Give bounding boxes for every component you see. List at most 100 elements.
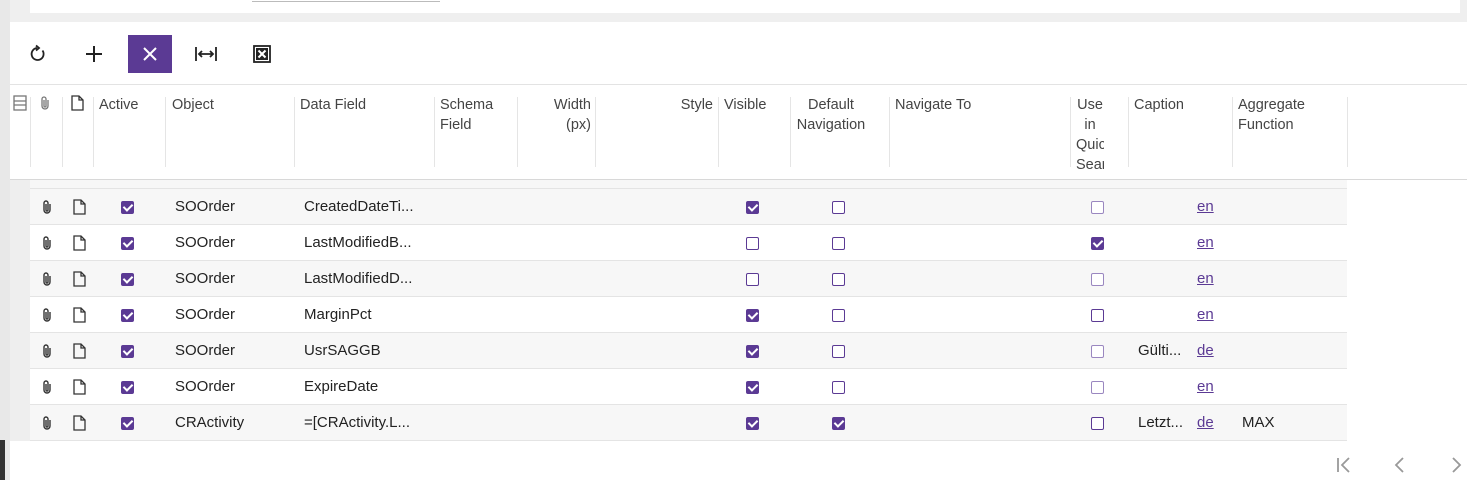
note-icon[interactable] bbox=[72, 199, 86, 219]
aggregate-cell[interactable] bbox=[1242, 297, 1332, 333]
note-icon[interactable] bbox=[72, 379, 86, 399]
language-link[interactable]: en bbox=[1197, 297, 1223, 333]
header-caption[interactable]: Caption bbox=[1134, 95, 1224, 115]
quick-search-checkbox[interactable] bbox=[1091, 345, 1104, 358]
fit-columns-button[interactable] bbox=[184, 35, 228, 73]
header-default-navigation[interactable]: Default Navigation bbox=[794, 95, 868, 135]
aggregate-cell[interactable]: MAX bbox=[1242, 405, 1332, 441]
object-cell[interactable]: SOOrder bbox=[175, 225, 290, 261]
object-cell[interactable]: SOOrder bbox=[175, 297, 290, 333]
note-icon[interactable] bbox=[72, 343, 86, 363]
row-selector[interactable] bbox=[10, 189, 30, 225]
delete-row-button[interactable] bbox=[128, 35, 172, 73]
table-row[interactable]: SOOrder LastModifiedD... en bbox=[10, 261, 1347, 297]
header-navigate-to[interactable]: Navigate To bbox=[895, 95, 1065, 115]
row-selector-icon[interactable] bbox=[13, 95, 27, 115]
note-icon[interactable] bbox=[72, 271, 86, 291]
data-field-cell[interactable]: LastModifiedD... bbox=[304, 261, 432, 297]
quick-search-checkbox[interactable] bbox=[1091, 237, 1104, 250]
attachment-icon[interactable] bbox=[40, 343, 54, 363]
language-link[interactable]: en bbox=[1197, 225, 1223, 261]
object-cell[interactable]: SOOrder bbox=[175, 189, 290, 225]
caption-cell[interactable]: Gülti... bbox=[1138, 333, 1194, 369]
visible-checkbox[interactable] bbox=[746, 381, 759, 394]
active-checkbox[interactable] bbox=[121, 345, 134, 358]
default-navigation-checkbox[interactable] bbox=[832, 417, 845, 430]
visible-checkbox[interactable] bbox=[746, 309, 759, 322]
attachment-icon[interactable] bbox=[40, 235, 54, 255]
form-input-field[interactable] bbox=[252, 0, 440, 2]
caption-cell[interactable] bbox=[1138, 189, 1194, 225]
visible-checkbox[interactable] bbox=[746, 273, 759, 286]
caption-cell[interactable] bbox=[1138, 297, 1194, 333]
quick-search-checkbox[interactable] bbox=[1091, 309, 1104, 322]
language-link[interactable]: en bbox=[1197, 369, 1223, 405]
caption-cell[interactable] bbox=[1138, 225, 1194, 261]
caption-cell[interactable]: Letzt... bbox=[1138, 405, 1194, 441]
quick-search-checkbox[interactable] bbox=[1091, 417, 1104, 430]
caption-cell[interactable] bbox=[1138, 369, 1194, 405]
row-selector[interactable] bbox=[10, 225, 30, 261]
caption-cell[interactable] bbox=[1138, 261, 1194, 297]
visible-checkbox[interactable] bbox=[746, 345, 759, 358]
object-cell[interactable]: SOOrder bbox=[175, 333, 290, 369]
header-aggregate-function[interactable]: Aggregate Function bbox=[1238, 95, 1338, 135]
data-field-cell[interactable]: CreatedDateTi... bbox=[304, 189, 432, 225]
table-row[interactable]: SOOrder LastModifiedB... en bbox=[10, 225, 1347, 261]
active-checkbox[interactable] bbox=[121, 201, 134, 214]
table-row[interactable]: SOOrder UsrSAGGB Gülti... de bbox=[10, 333, 1347, 369]
visible-checkbox[interactable] bbox=[746, 201, 759, 214]
next-page-button[interactable] bbox=[1442, 452, 1467, 478]
visible-checkbox[interactable] bbox=[746, 237, 759, 250]
first-page-button[interactable] bbox=[1330, 452, 1358, 478]
attachment-icon[interactable] bbox=[40, 199, 54, 219]
visible-checkbox[interactable] bbox=[746, 417, 759, 430]
language-link[interactable]: en bbox=[1197, 189, 1223, 225]
language-link[interactable]: de bbox=[1197, 405, 1223, 441]
export-excel-button[interactable] bbox=[240, 35, 284, 73]
default-navigation-checkbox[interactable] bbox=[832, 309, 845, 322]
aggregate-cell[interactable] bbox=[1242, 261, 1332, 297]
default-navigation-checkbox[interactable] bbox=[832, 345, 845, 358]
data-field-cell[interactable]: ExpireDate bbox=[304, 369, 432, 405]
header-visible[interactable]: Visible bbox=[724, 95, 768, 115]
aggregate-cell[interactable] bbox=[1242, 333, 1332, 369]
active-checkbox[interactable] bbox=[121, 417, 134, 430]
table-row[interactable]: CRActivity =[CRActivity.L... Letzt... de MAX bbox=[10, 405, 1347, 441]
header-object[interactable]: Object bbox=[172, 95, 292, 115]
aggregate-cell[interactable] bbox=[1242, 369, 1332, 405]
object-cell[interactable]: SOOrder bbox=[175, 369, 290, 405]
row-selector[interactable] bbox=[10, 333, 30, 369]
data-field-cell[interactable]: MarginPct bbox=[304, 297, 432, 333]
note-icon[interactable] bbox=[72, 307, 86, 327]
data-field-cell[interactable]: UsrSAGGB bbox=[304, 333, 432, 369]
object-cell[interactable]: CRActivity bbox=[175, 405, 290, 441]
header-active[interactable]: Active bbox=[99, 95, 169, 115]
default-navigation-checkbox[interactable] bbox=[832, 381, 845, 394]
row-selector[interactable] bbox=[10, 297, 30, 333]
active-checkbox[interactable] bbox=[121, 309, 134, 322]
quick-search-checkbox[interactable] bbox=[1091, 201, 1104, 214]
header-data-field[interactable]: Data Field bbox=[300, 95, 430, 115]
language-link[interactable]: de bbox=[1197, 333, 1223, 369]
note-icon[interactable] bbox=[72, 415, 86, 435]
data-field-cell[interactable]: =[CRActivity.L... bbox=[304, 405, 432, 441]
quick-search-checkbox[interactable] bbox=[1091, 381, 1104, 394]
header-style[interactable]: Style bbox=[600, 95, 713, 115]
header-schema-field[interactable]: Schema Field bbox=[440, 95, 520, 135]
default-navigation-checkbox[interactable] bbox=[832, 273, 845, 286]
table-row[interactable]: SOOrder CreatedDateTi... en bbox=[10, 189, 1347, 225]
data-field-cell[interactable]: LastModifiedB... bbox=[304, 225, 432, 261]
attachment-icon[interactable] bbox=[40, 271, 54, 291]
row-selector[interactable] bbox=[10, 405, 30, 441]
active-checkbox[interactable] bbox=[121, 381, 134, 394]
active-checkbox[interactable] bbox=[121, 273, 134, 286]
table-row[interactable]: SOOrder ExpireDate en bbox=[10, 369, 1347, 405]
row-selector[interactable] bbox=[10, 369, 30, 405]
attachment-icon[interactable] bbox=[40, 415, 54, 435]
refresh-button[interactable] bbox=[16, 35, 60, 73]
language-link[interactable]: en bbox=[1197, 261, 1223, 297]
object-cell[interactable]: SOOrder bbox=[175, 261, 290, 297]
aggregate-cell[interactable] bbox=[1242, 225, 1332, 261]
header-use-in-quick-search[interactable]: UseinQuickSearch bbox=[1076, 95, 1104, 175]
